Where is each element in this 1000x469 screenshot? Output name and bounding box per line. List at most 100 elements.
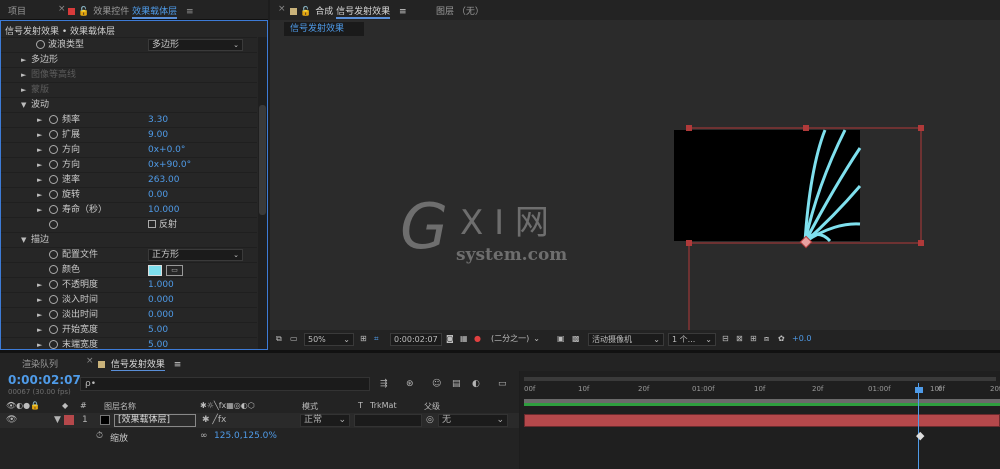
expand-arrow-icon[interactable]: ► [37, 143, 42, 157]
layer-duration-bar[interactable] [524, 414, 1000, 427]
expansion-value[interactable]: 9.00 [148, 128, 168, 142]
group-mask[interactable]: ► 蒙版 [1, 82, 257, 97]
expand-arrow-icon[interactable]: ► [21, 83, 26, 97]
current-time-field[interactable]: 0:00:02:07 [390, 333, 442, 346]
zoom-dropdown[interactable]: 50% ⌄ [304, 333, 354, 346]
tab-layer[interactable]: 图层 （无） [436, 4, 484, 17]
close-icon[interactable]: × [278, 4, 286, 14]
group-stroke[interactable]: ▼ 描边 [1, 232, 257, 247]
stopwatch-icon[interactable] [36, 40, 45, 49]
expand-arrow-icon[interactable]: ► [37, 128, 42, 142]
shy-icon[interactable]: ☺ [432, 379, 441, 389]
expand-arrow-icon[interactable]: ► [37, 113, 42, 127]
eyedropper-icon[interactable]: ▭ [166, 265, 183, 276]
monitor-icon[interactable]: ▭ [290, 334, 298, 343]
fast-preview-icon[interactable]: ⊠ [736, 334, 743, 343]
tab-render-queue[interactable]: 渲染队列 [22, 357, 58, 370]
scrollbar-thumb[interactable] [259, 105, 266, 215]
frame-blending-icon[interactable]: ▤ [452, 379, 461, 389]
expand-arrow-icon[interactable]: ► [37, 338, 42, 349]
reset-exposure-icon[interactable]: ✿ [778, 334, 785, 343]
stopwatch-icon[interactable] [49, 205, 58, 214]
timeline-icon[interactable]: ⧈ [764, 334, 769, 344]
stopwatch-icon[interactable] [49, 130, 58, 139]
tab-composition[interactable]: 🔓 合成 信号发射效果 ≡ [290, 4, 407, 19]
expand-arrow-icon[interactable]: ► [37, 308, 42, 322]
snapshot-icon[interactable]: ▦ [460, 334, 468, 343]
col-layer-name[interactable]: 图层名称 [104, 401, 136, 413]
stopwatch-icon[interactable] [49, 265, 58, 274]
end-width-value[interactable]: 5.00 [148, 338, 168, 349]
exposure-value[interactable]: +0.0 [792, 334, 811, 343]
expand-arrow-icon[interactable]: ► [37, 188, 42, 202]
channel-icon[interactable]: ● [474, 334, 481, 343]
stopwatch-icon[interactable] [49, 310, 58, 319]
toggle-pixel-icon[interactable]: ⊟ [722, 334, 729, 343]
close-icon[interactable]: × [86, 356, 94, 366]
twirl-arrow-icon[interactable]: ▼ [54, 415, 61, 425]
views-dropdown[interactable]: 1 个... ⌄ [668, 333, 716, 346]
expand-arrow-icon[interactable]: ► [37, 158, 42, 172]
draft-3d-icon[interactable]: ⊛ [406, 379, 414, 389]
close-icon[interactable]: × [58, 4, 66, 14]
expand-arrow-icon[interactable]: ► [37, 203, 42, 217]
scale-value[interactable]: 125.0,125.0% [214, 431, 277, 441]
camera-dropdown[interactable]: 活动摄像机 ⌄ [588, 333, 664, 346]
expand-arrow-icon[interactable]: ► [37, 293, 42, 307]
opacity-value[interactable]: 1.000 [148, 278, 174, 292]
layer-handle[interactable] [686, 240, 692, 246]
composition-viewer[interactable]: 信号发射效果 G X I 网 system.com [270, 20, 1000, 330]
fade-out-value[interactable]: 0.000 [148, 308, 174, 322]
expand-arrow-icon[interactable]: ► [37, 173, 42, 187]
panel-menu-icon[interactable]: ≡ [174, 360, 182, 370]
resolution-dropdown[interactable]: (二分之一) ⌄ [488, 333, 550, 346]
constrain-proportions-icon[interactable]: ∞ [200, 431, 208, 441]
stopwatch-icon[interactable] [49, 160, 58, 169]
expand-arrow-icon[interactable]: ► [21, 53, 26, 67]
collapse-arrow-icon[interactable]: ▼ [21, 98, 26, 112]
stopwatch-icon[interactable] [49, 250, 58, 259]
roi-icon[interactable]: ▣ [557, 334, 565, 343]
always-preview-icon[interactable]: ⧉ [276, 334, 282, 344]
effect-controls-scrollbar[interactable] [258, 37, 267, 349]
panel-menu-icon[interactable]: ≡ [186, 7, 194, 17]
eye-icon[interactable]: 👁 [6, 415, 17, 425]
stopwatch-icon[interactable] [49, 190, 58, 199]
spin-value[interactable]: 0.00 [148, 188, 168, 202]
layer-name[interactable]: [效果载体层] [114, 414, 196, 427]
velocity-value[interactable]: 263.00 [148, 173, 180, 187]
expand-arrow-icon[interactable]: ► [37, 278, 42, 292]
stopwatch-icon[interactable]: ⏱ [96, 431, 103, 441]
expand-arrow-icon[interactable]: ► [21, 68, 26, 82]
time-ruler[interactable]: 00f10f20f01:00f10f20f01:00f10f0f20f [520, 383, 1000, 399]
group-polygon[interactable]: ► 多边形 [1, 52, 257, 67]
group-wave-motion[interactable]: ▼ 波动 [1, 97, 257, 112]
fade-in-value[interactable]: 0.000 [148, 293, 174, 307]
stopwatch-icon[interactable] [49, 145, 58, 154]
group-image-contour[interactable]: ► 图像等高线 [1, 67, 257, 82]
motion-blur-icon[interactable]: ◐ [472, 379, 480, 389]
graph-editor-icon[interactable]: ▭ [498, 379, 507, 389]
work-area-bar[interactable] [524, 377, 996, 381]
layer-switches-icon[interactable]: ✱ ╱fx [202, 415, 226, 425]
transparency-grid-icon[interactable]: ▩ [572, 334, 580, 343]
timeline-timecode[interactable]: 0:00:02:07 [8, 373, 81, 387]
trkmat-dropdown[interactable] [354, 414, 422, 427]
stopwatch-icon[interactable] [49, 340, 58, 349]
lifespan-value[interactable]: 10.000 [148, 203, 180, 217]
layer-handle[interactable] [686, 125, 692, 131]
direction2-value[interactable]: 0x+90.0° [148, 158, 191, 172]
playhead-handle[interactable] [915, 387, 923, 393]
layer-handle[interactable] [918, 125, 924, 131]
blend-mode-dropdown[interactable]: 正常 ⌄ [300, 414, 350, 427]
tab-effect-controls[interactable]: 🔓 效果控件 效果载体层 ≡ [68, 4, 194, 19]
layer-handle[interactable] [918, 240, 924, 246]
timeline-graph[interactable]: 00f10f20f01:00f10f20f01:00f10f0f20f ◆ [520, 371, 1000, 469]
stopwatch-icon[interactable] [49, 295, 58, 304]
grid-icon[interactable]: ⊞ [360, 334, 367, 343]
stopwatch-icon[interactable] [49, 325, 58, 334]
stopwatch-icon[interactable] [49, 220, 58, 229]
camera-icon[interactable]: ◙ [446, 334, 454, 343]
comp-mini-flowchart-icon[interactable]: ⇶ [380, 379, 388, 389]
pickwhip-icon[interactable]: ◎ [426, 415, 434, 425]
